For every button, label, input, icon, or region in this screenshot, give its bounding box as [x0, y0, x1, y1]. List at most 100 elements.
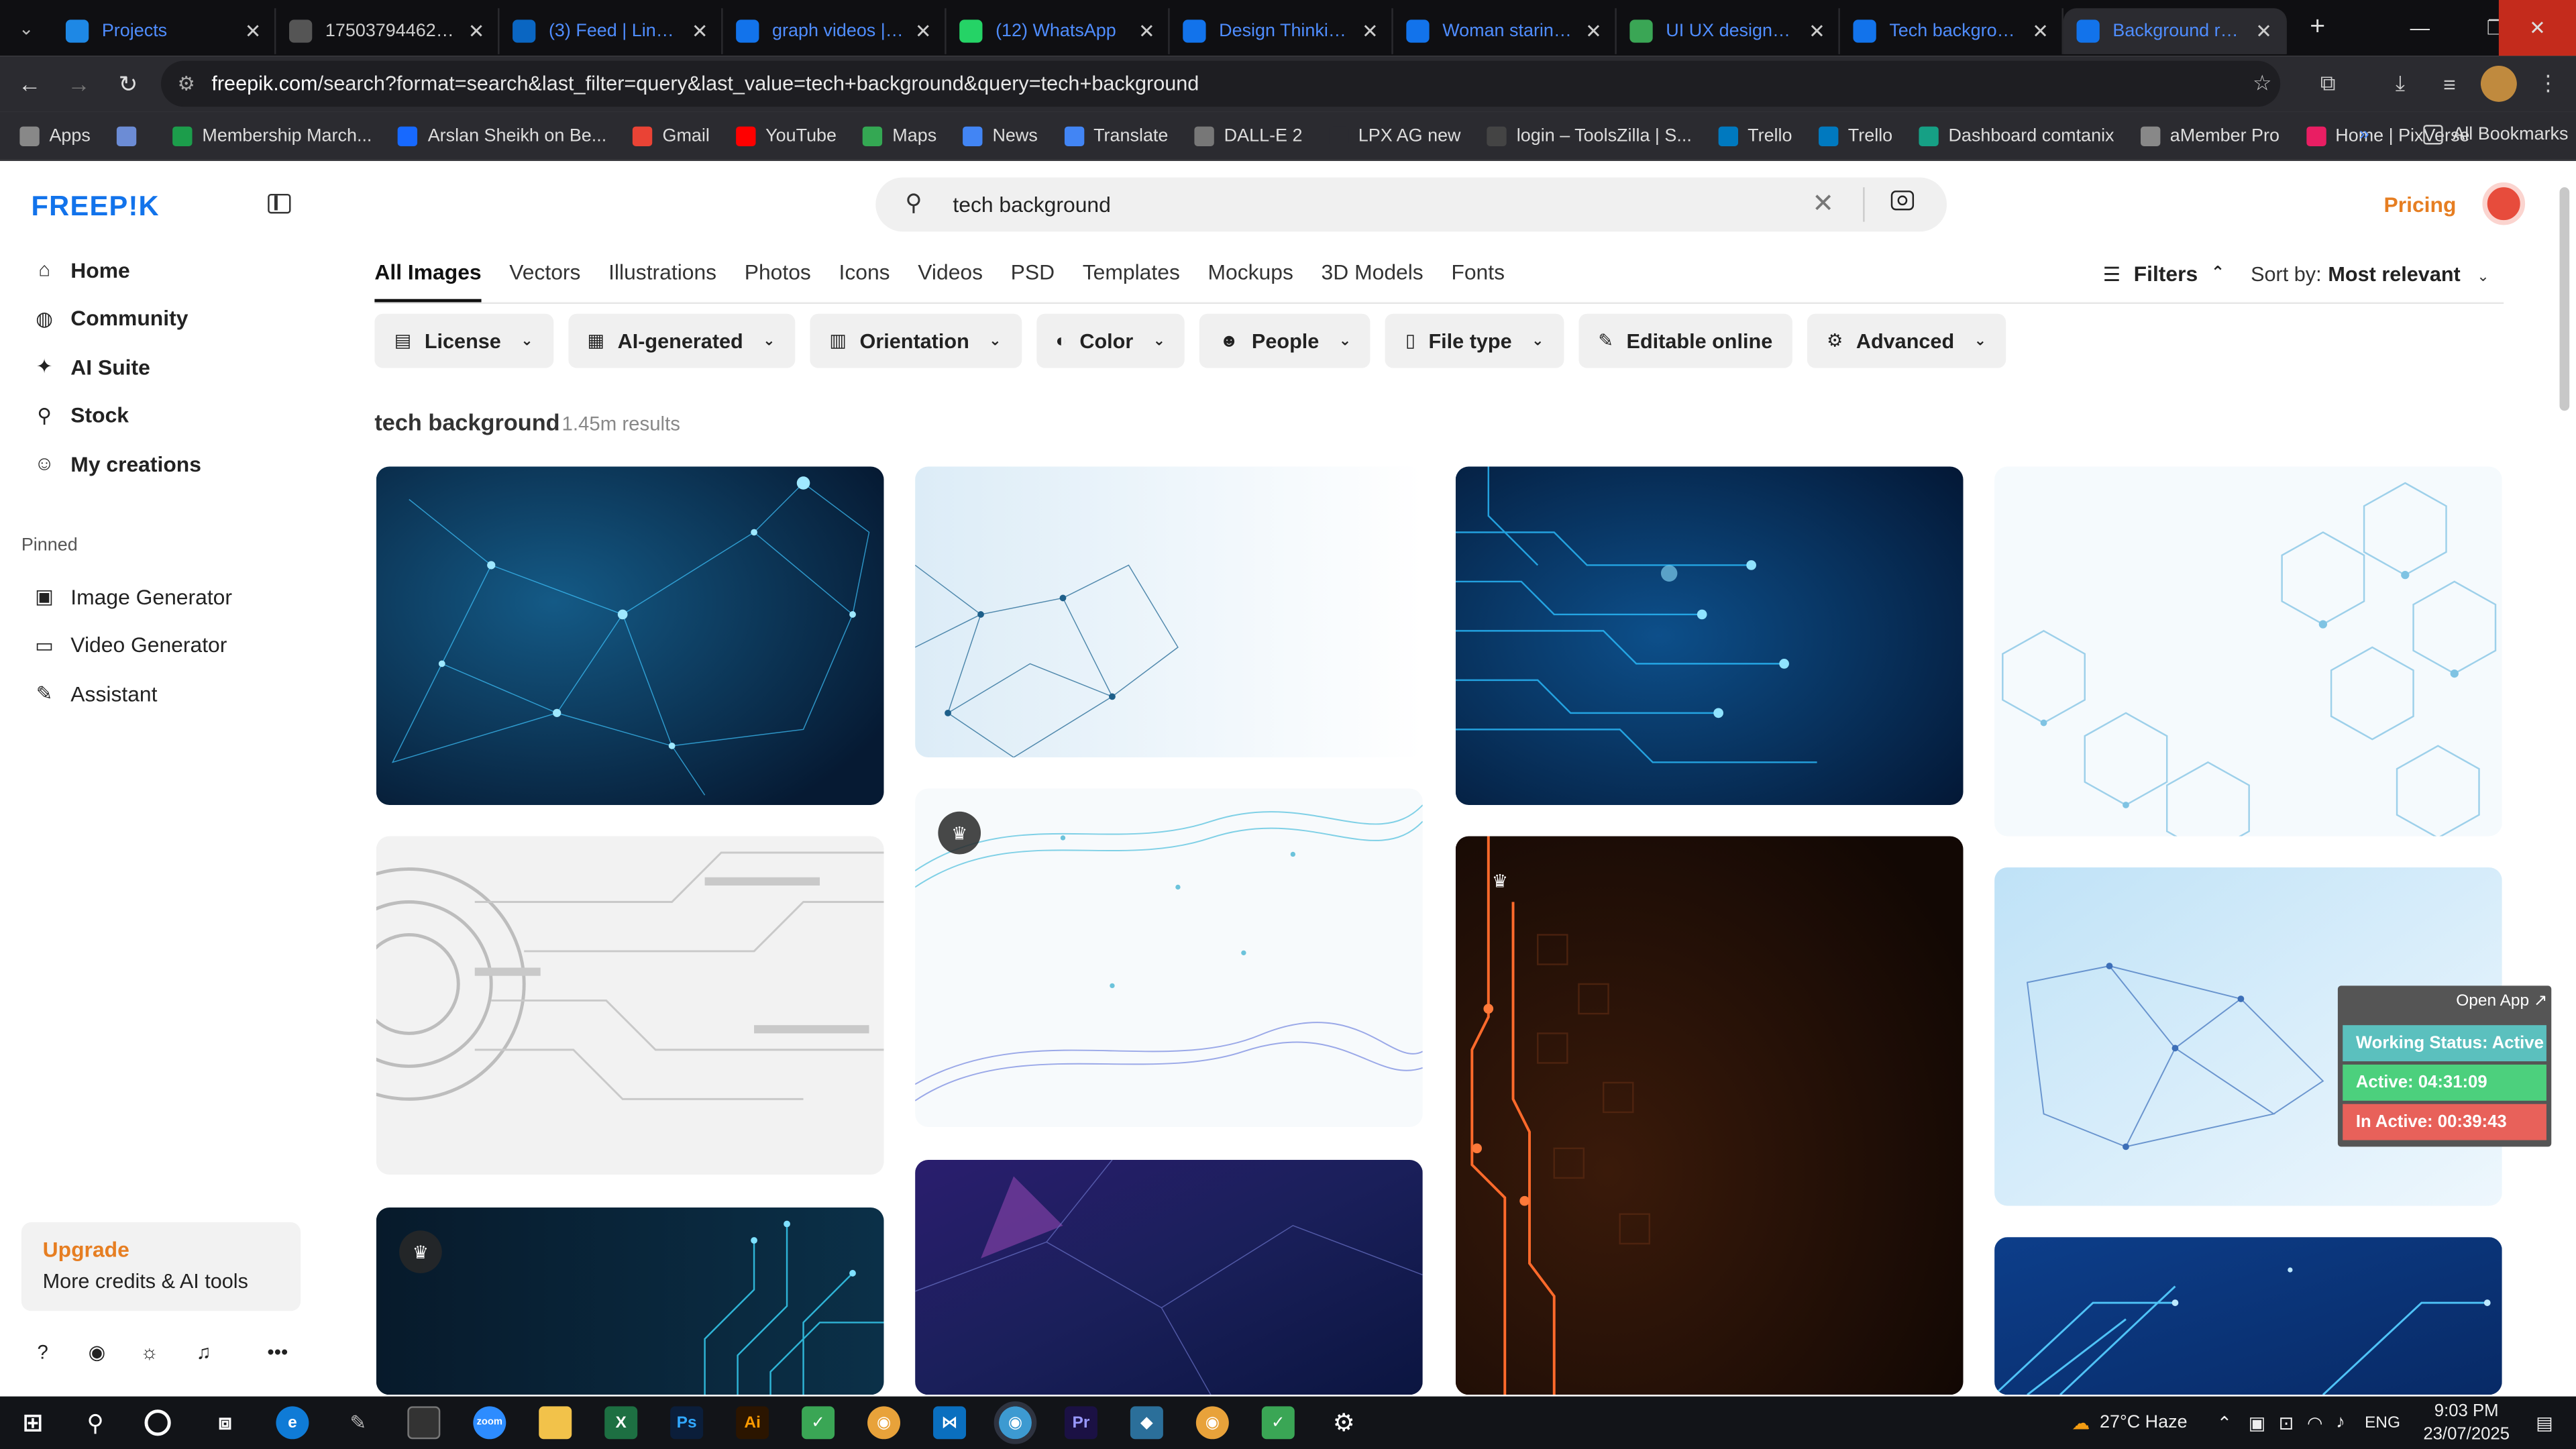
theme-sun-icon[interactable]: ☼ [136, 1339, 162, 1365]
bookmark-item[interactable]: Trello [1718, 125, 1792, 146]
forward-arrow-icon[interactable]: → [54, 59, 103, 108]
result-image-circuit-blue-streaks[interactable] [1994, 1237, 2502, 1395]
result-image-hexagon-light[interactable] [1994, 466, 2502, 837]
bookmark-item[interactable]: DALL-E 2 [1194, 125, 1303, 146]
tab-icons[interactable]: Icons [839, 260, 890, 303]
sidebar-item-my-creations[interactable]: ☺ My creations [19, 440, 299, 486]
bookmark-item[interactable]: Apps [19, 125, 91, 146]
photoshop-icon[interactable]: Ps [670, 1406, 704, 1440]
result-image-wave-network[interactable]: ♛ [915, 788, 1423, 1128]
tab-fonts[interactable]: Fonts [1451, 260, 1505, 303]
bookmark-item[interactable]: Gmail [633, 125, 710, 146]
browser-tab[interactable]: Design Thinking t ✕ [1170, 8, 1393, 54]
bookmark-item[interactable]: login – ToolsZilla | S... [1487, 125, 1692, 146]
weather-text[interactable]: 27°C Haze [2100, 1413, 2188, 1432]
filter-file-type[interactable]: ▯ File type ⌄ [1385, 313, 1564, 368]
search-icon[interactable]: ⚲ [79, 1406, 112, 1439]
browser-tab[interactable]: Woman staring at ✕ [1393, 8, 1617, 54]
reload-icon[interactable]: ↻ [103, 59, 152, 108]
tab-3d-models[interactable]: 3D Models [1322, 260, 1424, 303]
edge-icon[interactable]: e [276, 1406, 309, 1440]
notifications-bell-icon[interactable]: ♫ [191, 1339, 217, 1365]
result-image-circuit-grey[interactable] [376, 836, 884, 1175]
tab-mockups[interactable]: Mockups [1208, 260, 1293, 303]
upwork-icon[interactable]: ✓ [802, 1406, 835, 1440]
tab-close-icon[interactable]: ✕ [1138, 19, 1155, 42]
sidebar-collapse-icon[interactable] [268, 193, 291, 214]
bookmark-item[interactable]: aMember Pro [2140, 125, 2279, 146]
filter-editable-online[interactable]: ✎ Editable online [1578, 313, 1792, 368]
sidebar-item-community[interactable]: ◍ Community [19, 295, 299, 341]
tab-close-icon[interactable]: ✕ [1585, 19, 1602, 42]
bookmark-item[interactable]: Translate [1064, 125, 1168, 146]
close-window-icon[interactable]: ✕ [2498, 0, 2576, 56]
all-bookmarks-button[interactable]: All Bookmarks [2423, 125, 2568, 145]
browser-tab[interactable]: graph videos | Fre ✕ [723, 8, 947, 54]
sidebar-item-ai-suite[interactable]: ✦ AI Suite [19, 343, 299, 390]
camera-search-icon[interactable] [1890, 191, 1915, 211]
upwork-secondary-icon[interactable]: ✓ [1261, 1406, 1295, 1440]
result-image-network-blue[interactable] [376, 466, 884, 806]
search-bar[interactable]: ⚲ tech background ✕ [875, 177, 1947, 232]
pen-tool-icon[interactable]: ✎ [341, 1406, 374, 1439]
tab-close-icon[interactable]: ✕ [915, 19, 932, 42]
page-scrollbar[interactable] [2557, 164, 2573, 1393]
filter-color[interactable]: ◐ Color ⌄ [1036, 313, 1185, 368]
site-info-icon[interactable]: ⚙ [177, 72, 195, 95]
help-icon[interactable]: ? [30, 1339, 56, 1365]
browser-tab[interactable]: (3) Feed | LinkedI ✕ [499, 8, 723, 54]
pinned-item-image-generator[interactable]: ▣ Image Generator [19, 574, 299, 620]
bookmark-item[interactable]: Membership March... [172, 125, 372, 146]
tab-photos[interactable]: Photos [745, 260, 811, 303]
tab-close-icon[interactable]: ✕ [2032, 19, 2049, 42]
download-icon[interactable]: ⤓ [2382, 66, 2418, 102]
upgrade-card[interactable]: Upgrade More credits & AI tools [21, 1222, 301, 1311]
chrome-profile-icon[interactable]: ◉ [1195, 1406, 1229, 1440]
task-view-icon[interactable]: ⧈ [209, 1406, 241, 1439]
new-tab-button[interactable]: + [2310, 13, 2325, 43]
tab-psd[interactable]: PSD [1011, 260, 1055, 303]
tab-templates[interactable]: Templates [1083, 260, 1180, 303]
wifi-icon[interactable]: ◠ [2307, 1412, 2323, 1433]
settings-gear-icon[interactable]: ⚙ [1328, 1406, 1360, 1439]
meet-icon[interactable]: ▣ [2249, 1412, 2265, 1433]
user-avatar[interactable] [2482, 182, 2526, 225]
app-diamond-icon[interactable]: ◆ [1130, 1406, 1163, 1440]
browser-tab[interactable]: Tech background ✕ [1840, 8, 2063, 54]
browser-tab[interactable]: Projects ✕ [52, 8, 276, 54]
tab-close-icon[interactable]: ✕ [245, 19, 262, 42]
browser-tab[interactable]: (12) WhatsApp ✕ [947, 8, 1170, 54]
tab-all-images[interactable]: All Images [374, 260, 482, 303]
browser-menu-icon[interactable]: ⋮ [2530, 66, 2566, 102]
tab-illustrations[interactable]: Illustrations [608, 260, 716, 303]
illustrator-icon[interactable]: Ai [736, 1406, 769, 1440]
pinned-item-assistant[interactable]: ✎ Assistant [19, 670, 299, 716]
notification-center-icon[interactable]: ▤ [2536, 1412, 2553, 1433]
filter-advanced[interactable]: ⚙ Advanced ⌄ [1807, 313, 2006, 368]
search-input[interactable]: tech background [953, 193, 1110, 217]
profile-avatar[interactable] [2480, 65, 2517, 102]
tab-videos[interactable]: Videos [918, 260, 983, 303]
chrome-icon[interactable]: ◉ [867, 1406, 901, 1440]
pricing-link[interactable]: Pricing [2383, 193, 2456, 217]
tab-close-icon[interactable]: ✕ [2255, 19, 2272, 42]
bookmark-item[interactable]: LPX AG new [1328, 125, 1461, 146]
address-bar[interactable]: ⚙ freepik.com/search?format=search&last_… [161, 60, 2281, 107]
sort-dropdown[interactable]: Sort by: Most relevant ⌄ [2251, 263, 2489, 286]
bookmark-item[interactable]: News [963, 125, 1038, 146]
tab-close-icon[interactable]: ✕ [1362, 19, 1379, 42]
language-indicator[interactable]: ENG [2365, 1413, 2400, 1432]
cortana-icon[interactable] [144, 1409, 171, 1436]
extensions-icon[interactable]: ⧉ [2310, 66, 2346, 102]
tray-chevron-icon[interactable]: ⌃ [2217, 1412, 2233, 1433]
sidebar-item-home[interactable]: ⌂ Home [19, 246, 299, 292]
clear-search-icon[interactable]: ✕ [1812, 187, 1834, 220]
minimize-icon[interactable]: — [2382, 0, 2458, 56]
bookmark-item[interactable]: Maps [863, 125, 936, 146]
result-image-network-light[interactable] [915, 466, 1423, 757]
bookmark-item[interactable]: Trello [1818, 125, 1892, 146]
chrome-active-icon[interactable]: ◉ [994, 1401, 1037, 1444]
open-app-link[interactable]: Open App ↗ [2456, 992, 2547, 1010]
filter-orientation[interactable]: ▥ Orientation ⌄ [810, 313, 1022, 368]
browser-tab[interactable]: 1750379446251 (✕ [276, 8, 500, 54]
